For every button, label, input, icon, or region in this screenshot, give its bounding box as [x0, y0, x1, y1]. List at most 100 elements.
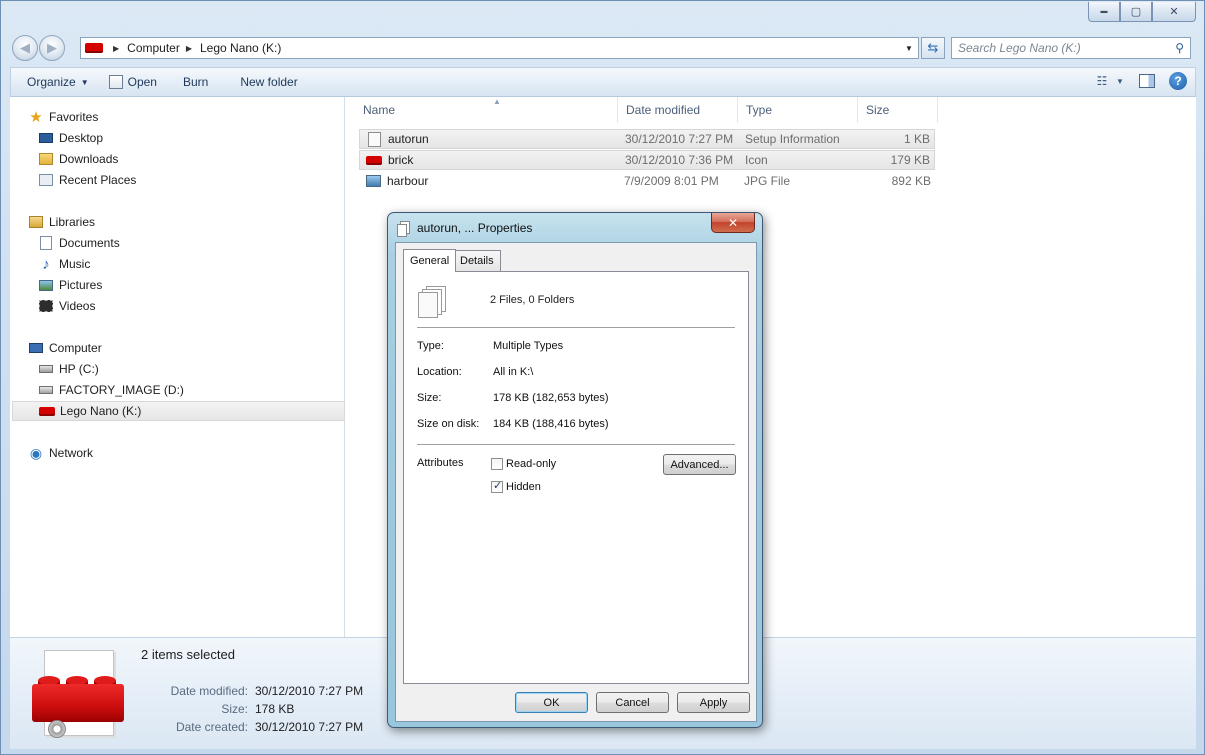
column-header-label: Type	[746, 103, 773, 117]
sidebar-item-recent-places[interactable]: Recent Places	[38, 170, 371, 190]
breadcrumb-computer[interactable]: Computer	[127, 41, 180, 55]
sidebar-item-factory-image[interactable]: FACTORY_IMAGE (D:)	[38, 380, 371, 400]
sidebar-item-favorites[interactable]: ★ Favorites	[28, 107, 361, 127]
minimize-button[interactable]: ▬	[1088, 2, 1120, 22]
address-dropdown-icon[interactable]: ▼	[902, 40, 916, 56]
table-row[interactable]: autorun 30/12/2010 7:27 PM Setup Informa…	[359, 129, 935, 149]
sort-ascending-icon: ▲	[493, 97, 501, 106]
readonly-label[interactable]: Read-only	[506, 458, 556, 470]
back-button[interactable]: ◀	[12, 35, 38, 61]
breadcrumb-chevron-icon[interactable]: ▶	[186, 44, 192, 53]
window-controls: ▬ ▢ ✕	[1088, 2, 1196, 22]
sidebar-item-computer[interactable]: Computer	[28, 338, 361, 358]
sidebar-item-label: Documents	[59, 236, 120, 250]
tab-label: Details	[460, 255, 494, 267]
column-header-type[interactable]: Type	[738, 97, 858, 123]
table-row[interactable]: brick 30/12/2010 7:36 PM Icon 179 KB	[359, 150, 935, 170]
view-dropdown-icon[interactable]: ▼	[1115, 73, 1125, 89]
image-file-icon	[365, 173, 381, 189]
close-button[interactable]: ✕	[1152, 2, 1196, 22]
file-type: Setup Information	[745, 132, 840, 146]
general-tab-panel: 2 Files, 0 Folders Type: Multiple Types …	[403, 271, 749, 684]
file-size: 892 KB	[891, 174, 931, 188]
column-header-label: Date modified	[626, 103, 701, 117]
size-value: 178 KB (182,653 bytes)	[493, 392, 609, 404]
open-button[interactable]: Open	[99, 68, 167, 96]
ok-button[interactable]: OK	[515, 692, 588, 713]
change-view-icon[interactable]: ☷	[1093, 73, 1111, 89]
sidebar-item-lego-nano[interactable]: Lego Nano (K:)	[12, 401, 345, 421]
burn-button[interactable]: Burn	[167, 68, 218, 96]
open-label: Open	[127, 75, 157, 89]
maximize-button[interactable]: ▢	[1120, 2, 1152, 22]
address-bar[interactable]: ▶ Computer ▶ Lego Nano (K:) ▼	[80, 37, 919, 59]
multiple-files-icon	[397, 221, 411, 237]
sidebar-item-label: Downloads	[59, 152, 119, 166]
size-label: Size:	[417, 392, 442, 404]
preview-pane-icon[interactable]	[1139, 74, 1155, 88]
file-name: autorun	[388, 132, 429, 146]
hidden-checkbox[interactable]	[491, 479, 503, 493]
file-size: 1 KB	[903, 132, 930, 146]
burn-label: Burn	[182, 75, 209, 89]
size-value: 178 KB	[255, 702, 295, 716]
apply-button[interactable]: Apply	[677, 692, 750, 713]
multiple-files-icon	[417, 286, 449, 318]
breadcrumb-lego-nano[interactable]: Lego Nano (K:)	[200, 41, 281, 55]
advanced-button[interactable]: Advanced...	[663, 454, 736, 475]
minimize-icon: ▬	[1100, 8, 1108, 15]
table-row[interactable]: harbour 7/9/2009 8:01 PM JPG File 892 KB	[359, 171, 935, 191]
tab-general[interactable]: General	[403, 249, 457, 272]
column-header-size[interactable]: Size	[858, 97, 938, 123]
sidebar-item-pictures[interactable]: Pictures	[38, 275, 371, 295]
sidebar-item-libraries[interactable]: Libraries	[28, 212, 361, 232]
setup-information-icon	[366, 131, 382, 147]
sidebar-item-downloads[interactable]: Downloads	[38, 149, 371, 169]
sidebar-item-desktop[interactable]: Desktop	[38, 128, 371, 148]
pictures-icon	[38, 277, 54, 293]
sidebar-item-documents[interactable]: Documents	[38, 233, 371, 253]
forward-button[interactable]: ▶	[39, 35, 65, 61]
sidebar-item-network[interactable]: ◉ Network	[28, 443, 361, 463]
close-icon: ✕	[727, 215, 739, 230]
search-input[interactable]: Search Lego Nano (K:) ⚲	[951, 37, 1191, 59]
sidebar-item-videos[interactable]: Videos	[38, 296, 371, 316]
files-summary: 2 Files, 0 Folders	[490, 294, 575, 306]
windows-drive-icon	[38, 361, 54, 377]
tab-label: General	[410, 255, 450, 267]
sidebar-item-label: Music	[59, 257, 91, 271]
size-on-disk-value: 184 KB (188,416 bytes)	[493, 418, 609, 430]
location-label: Location:	[417, 366, 462, 378]
readonly-checkbox[interactable]	[491, 458, 503, 470]
date-modified-value[interactable]: 30/12/2010 7:27 PM	[255, 684, 363, 698]
column-header-date[interactable]: Date modified	[618, 97, 738, 123]
organize-button[interactable]: Organize ▼	[11, 68, 99, 96]
refresh-button[interactable]: ⇆	[921, 37, 945, 59]
navigation-bar: ◀ ▶ ▶ Computer ▶ Lego Nano (K:) ▼ ⇆ Sear…	[1, 33, 1204, 63]
apply-label: Apply	[699, 696, 728, 709]
back-arrow-icon: ◀	[20, 40, 30, 55]
column-header-name[interactable]: Name ▲	[355, 97, 618, 123]
hidden-label[interactable]: Hidden	[506, 481, 541, 493]
advanced-label: Advanced...	[670, 458, 729, 471]
libraries-icon	[28, 214, 44, 230]
file-date: 30/12/2010 7:27 PM	[625, 132, 734, 146]
help-icon[interactable]: ?	[1169, 72, 1187, 90]
size-label: Size:	[221, 702, 248, 716]
breadcrumb-chevron-icon[interactable]: ▶	[113, 44, 119, 53]
sidebar-item-music[interactable]: ♪ Music	[38, 254, 371, 274]
tab-details[interactable]: Details	[453, 250, 501, 271]
lego-brick-icon	[39, 403, 55, 419]
dialog-close-button[interactable]: ✕	[711, 213, 755, 233]
sidebar-item-label: HP (C:)	[59, 362, 99, 376]
organize-label: Organize	[27, 75, 76, 89]
attributes-label: Attributes	[417, 457, 464, 469]
star-icon: ★	[29, 109, 43, 126]
cancel-button[interactable]: Cancel	[596, 692, 669, 713]
sidebar-item-label: Network	[49, 446, 94, 460]
sidebar-item-hp-c[interactable]: HP (C:)	[38, 359, 371, 379]
date-created-value[interactable]: 30/12/2010 7:27 PM	[255, 720, 363, 734]
search-icon[interactable]: ⚲	[1175, 41, 1184, 55]
new-folder-button[interactable]: New folder	[218, 68, 307, 96]
sidebar-item-label: Favorites	[49, 110, 99, 124]
